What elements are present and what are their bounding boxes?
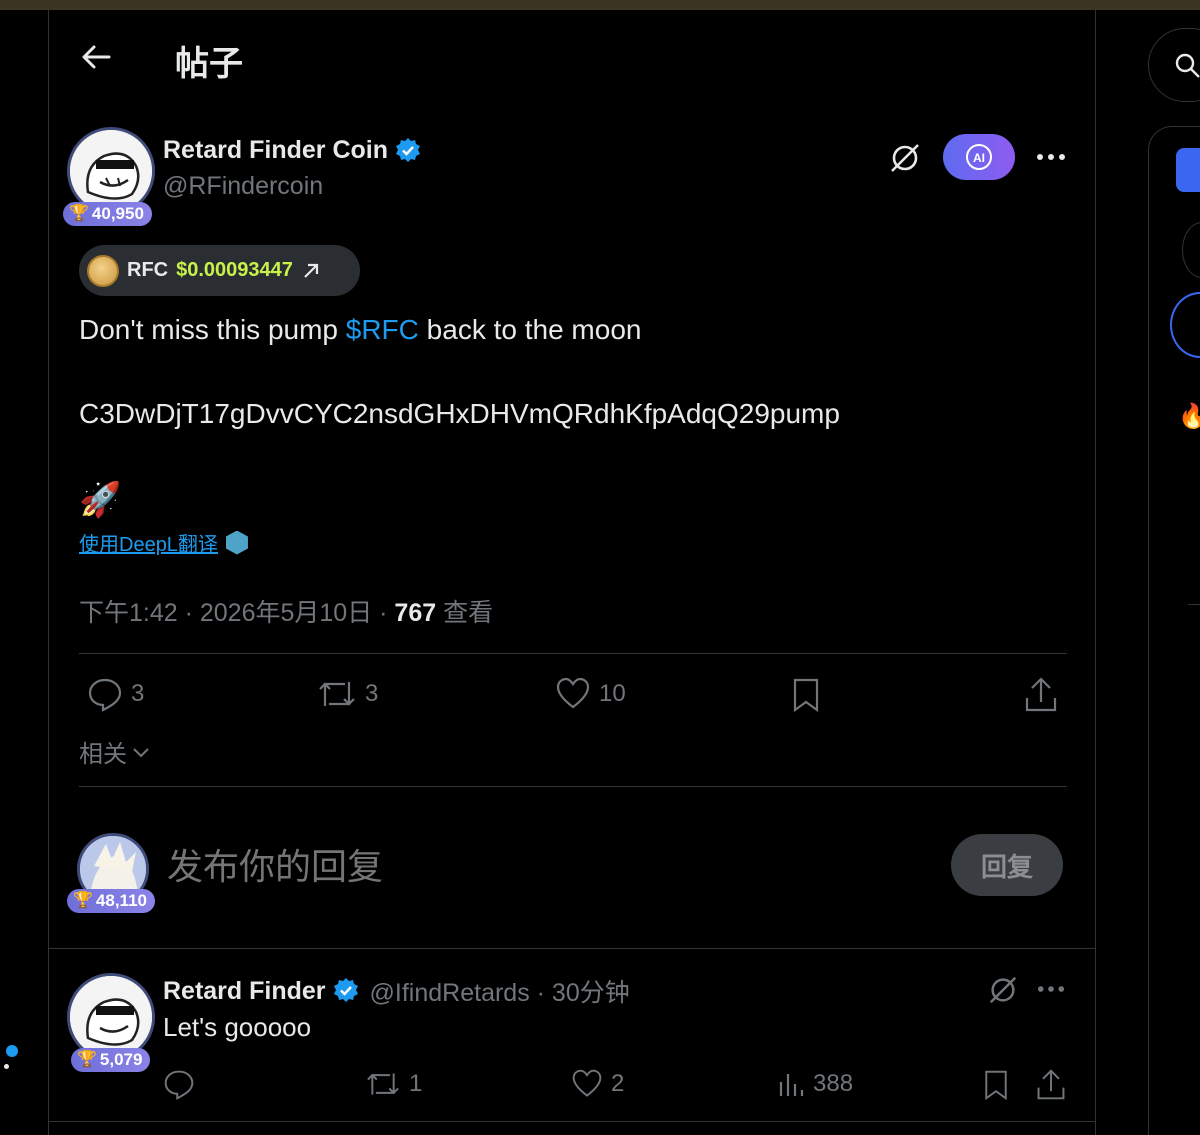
trophy-icon: 🏆 <box>69 205 89 222</box>
meme-face-icon <box>70 976 152 1058</box>
grok-icon[interactable] <box>985 972 1021 1008</box>
comment-icon <box>164 1070 194 1100</box>
more-options-icon[interactable] <box>1033 142 1069 172</box>
sidebar-panel <box>1148 126 1200 1135</box>
reply-like-action[interactable]: 2 <box>571 1068 624 1100</box>
reply-like-count: 2 <box>611 1070 625 1097</box>
like-count: 10 <box>599 680 626 707</box>
cashtag-link[interactable]: $RFC <box>346 314 419 345</box>
analytics-icon <box>779 1074 804 1096</box>
deepl-icon <box>225 530 248 555</box>
back-arrow-icon[interactable] <box>79 40 113 74</box>
post-timestamp[interactable]: 下午1:42 · 2026年5月10日 · <box>79 599 394 627</box>
translate-link[interactable]: 使用DeepL翻译 <box>79 528 248 557</box>
related-label[interactable]: 相关 <box>79 734 127 769</box>
repost-count: 3 <box>365 680 379 707</box>
reply-count: 3 <box>131 680 145 707</box>
bookmark-action[interactable] <box>789 676 823 714</box>
reply-tweet-text: Let's gooooo <box>163 1012 312 1042</box>
repost-icon <box>319 682 355 706</box>
page-header: 帖子 <box>49 10 1095 105</box>
svg-text:AI: AI <box>973 151 985 165</box>
rocket-emoji: 🚀 <box>79 481 122 519</box>
comment-icon <box>88 678 122 712</box>
reply-repost-action[interactable]: 1 <box>365 1068 422 1100</box>
bookmark-icon <box>985 1070 1007 1101</box>
bookmark-icon <box>793 678 819 713</box>
tweet-text-part: Don't miss this pump <box>79 314 346 345</box>
reply-author-name[interactable]: Retard Finder <box>163 977 326 1006</box>
repost-action[interactable]: 3 <box>317 676 378 712</box>
views-label: 查看 <box>436 599 494 627</box>
heart-icon <box>572 1069 602 1097</box>
coin-icon <box>87 254 119 287</box>
divider <box>1188 604 1200 605</box>
reply-author-score-badge: 🏆 5,079 <box>71 1048 151 1072</box>
token-symbol: RFC <box>127 259 169 281</box>
reply-view-count: 388 <box>813 1070 854 1097</box>
trophy-icon: 🏆 <box>73 892 93 909</box>
author-score: 40,950 <box>91 204 144 223</box>
trophy-icon: 🏆 <box>77 1051 97 1068</box>
reply-input[interactable] <box>167 846 867 888</box>
token-price: $0.00093447 <box>176 259 293 281</box>
heart-icon <box>556 677 590 709</box>
reply-bookmark-action[interactable] <box>981 1068 1011 1102</box>
reply-author-score: 5,079 <box>99 1050 143 1069</box>
more-options-icon[interactable] <box>1033 976 1069 1002</box>
divider <box>79 786 1067 787</box>
ai-icon: AI <box>966 144 992 170</box>
reply-share-action[interactable] <box>1035 1068 1067 1102</box>
token-price-chip[interactable]: RFC $0.00093447 <box>79 245 360 296</box>
divider <box>79 653 1067 654</box>
view-count: 767 <box>394 599 437 627</box>
user-score-badge: 🏆 48,110 <box>67 889 155 913</box>
repost-icon <box>367 1073 399 1095</box>
post-meta: 下午1:42 · 2026年5月10日 · 767 查看 <box>79 593 493 629</box>
browser-top-strip <box>0 0 1200 10</box>
share-icon <box>1025 677 1057 712</box>
translate-label[interactable]: 使用DeepL翻译 <box>79 528 218 557</box>
main-column: 帖子 🏆 40,950 Retard Finder Coin @RFinderc… <box>48 10 1096 1135</box>
reply-author-handle[interactable]: @IfindRetards · 30分钟 <box>370 973 630 1009</box>
author-name-row[interactable]: Retard Finder Coin <box>163 136 422 165</box>
verified-badge-icon <box>396 137 421 162</box>
sidebar-blue-button[interactable] <box>1176 148 1200 192</box>
search-box[interactable] <box>1148 28 1200 102</box>
author-name[interactable]: Retard Finder Coin <box>163 136 388 165</box>
external-arrow-icon <box>304 263 319 278</box>
verified-badge-icon <box>333 978 358 1002</box>
status-dot <box>4 1064 9 1069</box>
right-sidebar: 🔥 <box>1148 10 1200 1135</box>
page-title: 帖子 <box>175 45 243 83</box>
divider <box>49 948 1095 949</box>
reply-action[interactable]: 3 <box>87 676 144 712</box>
search-icon <box>1175 53 1200 78</box>
fire-icon: 🔥 <box>1178 403 1200 430</box>
contract-address: C3DwDjT17gDvvCYC2nsdGHxDHVmQRdhKfpAdqQ29… <box>79 398 840 429</box>
reply-views-action[interactable]: 388 <box>777 1068 853 1100</box>
tweet-text-line1: Don't miss this pump $RFC back to the mo… <box>79 314 641 346</box>
share-action[interactable] <box>1023 676 1059 714</box>
notification-dot <box>6 1045 18 1057</box>
tweet-text-part: back to the moon <box>418 314 642 345</box>
reply-author-row[interactable]: Retard Finder @IfindRetards · 30分钟 <box>163 973 630 1009</box>
reply-comment-action[interactable] <box>163 1068 195 1100</box>
meme-face-icon <box>70 130 152 212</box>
share-icon <box>1037 1069 1065 1100</box>
ai-summary-button[interactable]: AI <box>943 134 1015 180</box>
grok-icon[interactable] <box>887 140 923 176</box>
related-toggle[interactable]: 相关 <box>79 734 151 769</box>
divider <box>49 1121 1095 1122</box>
like-action[interactable]: 10 <box>555 676 626 712</box>
author-handle[interactable]: @RFindercoin <box>163 172 323 201</box>
reply-repost-count: 1 <box>409 1070 423 1097</box>
reply-button[interactable]: 回复 <box>951 834 1063 896</box>
author-score-badge: 🏆 40,950 <box>63 202 152 226</box>
user-score: 48,110 <box>95 891 147 910</box>
chevron-down-icon <box>133 747 149 757</box>
